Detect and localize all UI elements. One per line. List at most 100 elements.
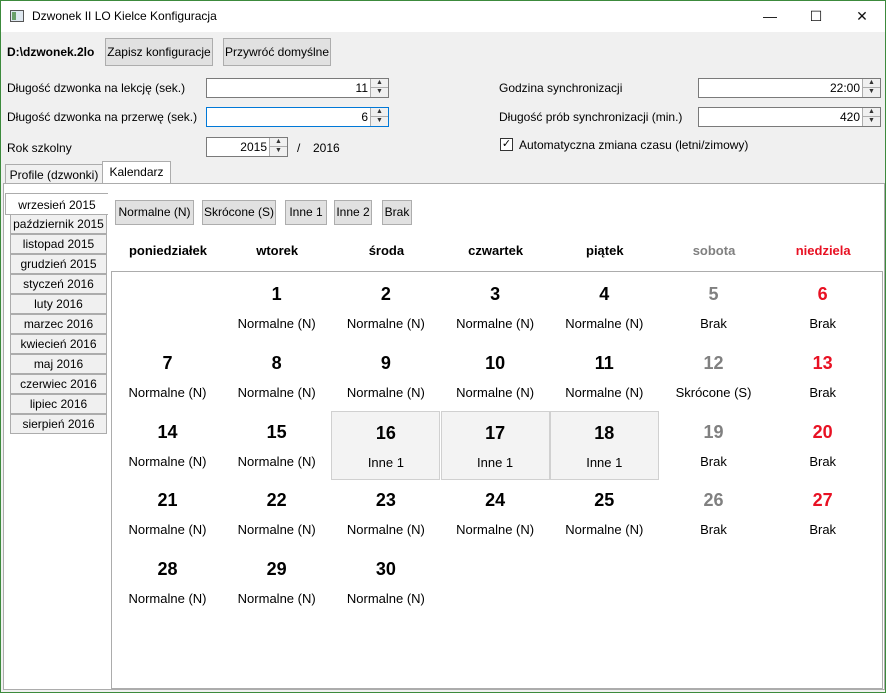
lesson-bell-spinner[interactable]: 11 ▲ ▼ [206, 78, 389, 98]
day-number: 11 [594, 352, 614, 373]
calendar-day-cell[interactable]: 26 Brak [659, 479, 768, 548]
calendar-day-cell[interactable]: 28 Normalne (N) [113, 548, 222, 617]
spin-down-icon[interactable]: ▼ [863, 117, 880, 125]
calendar-day-cell[interactable]: 30 Normalne (N) [331, 548, 440, 617]
day-number: 3 [490, 284, 501, 304]
calendar-day-cell[interactable]: 2 Normalne (N) [331, 273, 440, 342]
spin-up-icon[interactable]: ▲ [371, 79, 388, 88]
calendar-day-cell[interactable]: 6 Brak [768, 273, 877, 342]
day-type: Normalne (N) [346, 316, 425, 331]
calendar-day-cell[interactable]: 9 Normalne (N) [331, 342, 440, 411]
day-number: 1 [271, 284, 282, 304]
legend-other1-button[interactable]: Inne 1 [285, 200, 327, 225]
day-type: Normalne (N) [128, 384, 207, 400]
legend-short-button[interactable]: Skrócone (S) [202, 200, 276, 225]
calendar-day-cell[interactable]: 10 Normalne (N) [441, 342, 550, 411]
school-year-spinner[interactable]: 2015 ▲ ▼ [206, 137, 288, 157]
day-number: 15 [266, 421, 287, 442]
calendar-day-cell[interactable]: 22 Normalne (N) [222, 479, 331, 548]
calendar-day-cell[interactable]: 18 Inne 1 [549, 410, 659, 480]
spin-down-icon[interactable]: ▼ [270, 147, 287, 155]
calendar-day-cell[interactable]: 25 Normalne (N) [550, 479, 659, 548]
calendar-day-cell[interactable]: 24 Normalne (N) [441, 479, 550, 548]
sync-length-label: Długość prób synchronizacji (min.) [499, 110, 683, 124]
weekday-label: wtorek [256, 243, 299, 258]
sync-length-value[interactable]: 420 [840, 110, 860, 124]
weekday-label: niedziela [795, 243, 851, 258]
month-tab[interactable]: styczeń 2016 [10, 274, 107, 294]
month-tab[interactable]: listopad 2015 [10, 234, 107, 254]
spin-down-icon[interactable]: ▼ [863, 88, 880, 96]
calendar-day-cell[interactable]: 15 Normalne (N) [222, 411, 331, 480]
calendar-day-cell[interactable]: 1 Normalne (N) [222, 273, 331, 342]
spinner-arrows[interactable]: ▲ ▼ [862, 108, 880, 126]
calendar-day-cell[interactable]: 11 Normalne (N) [550, 342, 659, 411]
auto-dst-label[interactable]: Automatyczna zmiana czasu (letni/zimowy) [519, 138, 748, 152]
calendar-day-cell[interactable]: 8 Normalne (N) [222, 342, 331, 411]
day-type: Normalne (N) [456, 316, 535, 331]
month-tab[interactable]: wrzesień 2015 [5, 193, 108, 215]
spin-up-icon[interactable]: ▲ [863, 108, 880, 117]
spinner-arrows[interactable]: ▲ ▼ [862, 79, 880, 97]
spinner-arrows[interactable]: ▲ ▼ [370, 79, 388, 97]
restore-defaults-button[interactable]: Przywróć domyślne [223, 38, 331, 66]
month-tab[interactable]: sierpień 2016 [10, 414, 107, 434]
legend-none-button[interactable]: Brak [382, 200, 412, 225]
month-tab[interactable]: czerwiec 2016 [10, 374, 107, 394]
month-tab[interactable]: październik 2015 [10, 214, 107, 234]
month-tab[interactable]: luty 2016 [10, 294, 107, 314]
legend-other2-button[interactable]: Inne 2 [334, 200, 372, 225]
lesson-bell-value[interactable]: 11 [356, 81, 368, 95]
break-bell-spinner[interactable]: 6 ▲ ▼ [206, 107, 389, 127]
calendar-day-cell[interactable]: 12 Skrócone (S) [659, 342, 768, 411]
lesson-bell-label: Długość dzwonka na lekcję (sek.) [7, 81, 186, 95]
calendar-day-cell[interactable]: 19 Brak [659, 411, 768, 480]
day-type: Normalne (N) [456, 384, 535, 400]
save-config-button[interactable]: Zapisz konfiguracje [105, 38, 213, 66]
day-type: Normalne (N) [565, 316, 644, 331]
calendar-day-cell[interactable]: 14 Normalne (N) [113, 411, 222, 480]
month-tab[interactable]: marzec 2016 [10, 314, 107, 334]
day-number: 28 [157, 559, 178, 580]
minimize-button[interactable]: — [747, 1, 793, 32]
month-tab[interactable]: grudzień 2015 [10, 254, 107, 274]
school-year-value[interactable]: 2015 [240, 140, 267, 154]
month-tab[interactable]: kwiecień 2016 [10, 334, 107, 354]
calendar-day-cell[interactable]: 13 Brak [768, 342, 877, 411]
calendar-day-cell[interactable]: 5 Brak [659, 273, 768, 342]
spin-up-icon[interactable]: ▲ [863, 79, 880, 88]
auto-dst-checkbox[interactable]: ✓ [500, 138, 513, 151]
calendar-day-cell[interactable]: 7 Normalne (N) [113, 342, 222, 411]
day-number: 24 [485, 490, 506, 511]
tab-profiles[interactable]: Profile (dzwonki) [5, 164, 103, 184]
spin-down-icon[interactable]: ▼ [371, 88, 388, 96]
school-year-separator: / [297, 141, 301, 155]
tab-calendar[interactable]: Kalendarz [102, 161, 171, 184]
spin-up-icon[interactable]: ▲ [270, 138, 287, 147]
calendar-day-cell[interactable]: 16 Inne 1 [331, 410, 441, 480]
maximize-button[interactable]: ☐ [793, 1, 839, 32]
spinner-arrows[interactable]: ▲ ▼ [370, 108, 388, 126]
app-icon [10, 10, 24, 22]
spin-down-icon[interactable]: ▼ [371, 117, 388, 125]
day-type: Normalne (N) [237, 522, 316, 538]
calendar-day-cell[interactable]: 21 Normalne (N) [113, 479, 222, 548]
sync-length-spinner[interactable]: 420 ▲ ▼ [698, 107, 881, 127]
calendar-day-cell[interactable]: 23 Normalne (N) [331, 479, 440, 548]
spin-up-icon[interactable]: ▲ [371, 108, 388, 117]
break-bell-value[interactable]: 6 [361, 110, 368, 124]
calendar-day-cell[interactable]: 27 Brak [768, 479, 877, 548]
calendar-day-cell[interactable]: 20 Brak [768, 411, 877, 480]
calendar-day-cell[interactable]: 29 Normalne (N) [222, 548, 331, 617]
spinner-arrows[interactable]: ▲ ▼ [269, 138, 287, 156]
day-number: 29 [266, 559, 287, 580]
sync-time-spinner[interactable]: 22:00 ▲ ▼ [698, 78, 881, 98]
close-button[interactable]: ✕ [839, 1, 885, 32]
calendar-day-cell[interactable]: 17 Inne 1 [440, 410, 550, 480]
month-tab[interactable]: lipiec 2016 [10, 394, 107, 414]
legend-normal-button[interactable]: Normalne (N) [115, 200, 194, 225]
month-tab[interactable]: maj 2016 [10, 354, 107, 374]
calendar-day-cell[interactable]: 4 Normalne (N) [550, 273, 659, 342]
calendar-day-cell[interactable]: 3 Normalne (N) [441, 273, 550, 342]
sync-time-value[interactable]: 22:00 [830, 81, 860, 95]
